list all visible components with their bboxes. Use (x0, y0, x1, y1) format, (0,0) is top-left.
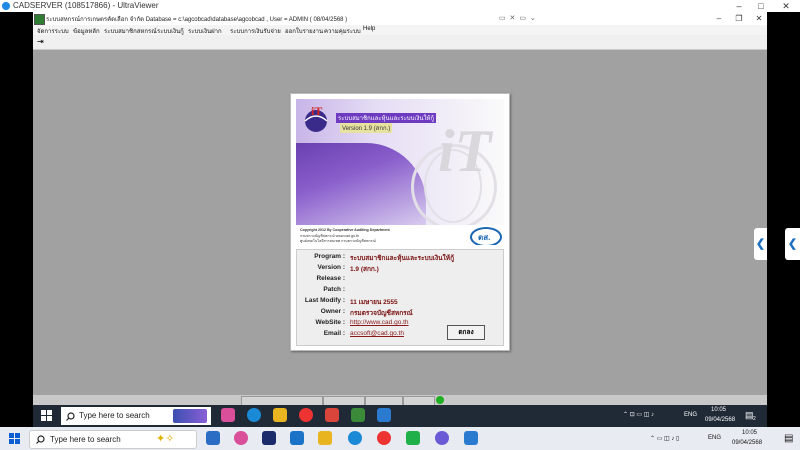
search-placeholder: Type here to search (50, 435, 121, 444)
status-bar (33, 395, 767, 405)
about-info-panel: Program : ระบบสมาชิกและหุ้นและระบบเงินให… (296, 249, 504, 346)
about-dialog: iT iT ระบบสมาชิกและหุ้นและระบบเงินให้กู้… (290, 93, 510, 351)
program-label: Program : (314, 253, 345, 260)
app-minimize-button[interactable]: – (709, 12, 729, 25)
viewer-title: CADSERVER (108517866) - UltraViewer (13, 1, 159, 10)
language-indicator[interactable]: ENG (708, 435, 721, 441)
search-placeholder: Type here to search (79, 411, 150, 420)
cad-logo-icon: ตส. (470, 227, 502, 245)
windows-start-icon[interactable] (41, 410, 52, 421)
menu-bar: จัดการระบบ ข้อมูลหลัก ระบบสมาชิกสหกรณ์ ร… (33, 25, 767, 35)
version-label: Version : (317, 264, 345, 271)
viewer-minimize-button[interactable]: – (728, 0, 750, 12)
file-explorer-icon[interactable] (318, 431, 332, 445)
app-title-bar: ระบบสหกรณ์การเกษตรคัดเลือก จำกัด Databas… (33, 12, 767, 25)
status-cell (403, 396, 435, 405)
viewer-title-bar: CADSERVER (108517866) - UltraViewer – □ … (0, 0, 800, 12)
chevron-left-icon[interactable]: ❮ (785, 228, 800, 260)
ultraviewer-taskbar-icon[interactable] (464, 431, 478, 445)
splash-version-banner: Version 1.9 (สกก.) (340, 123, 393, 133)
app-icon[interactable] (435, 431, 449, 445)
version-value: 1.9 (สกก.) (350, 266, 379, 273)
ultraviewer-taskbar-icon[interactable] (377, 408, 391, 422)
sparkle-icon: ✦✧ (156, 433, 175, 445)
splash-image: iT iT ระบบสมาชิกและหุ้นและระบบเงินให้กู้… (296, 99, 504, 245)
ultraviewer-icon (2, 2, 10, 10)
status-cell (241, 396, 323, 405)
clock-time[interactable]: 10:05 (711, 407, 726, 413)
website-label: WebSite : (315, 319, 346, 326)
website-link[interactable]: http://www.cad.go.th (350, 319, 409, 326)
remote-taskbar: Type here to search ⌃ ⊡ ▭ ◫ ♪ ENG 10:05 … (33, 405, 767, 427)
patch-label: Patch : (323, 286, 345, 293)
it-logo-icon: iT (304, 104, 328, 132)
search-icon (36, 435, 45, 444)
line-icon[interactable] (406, 431, 420, 445)
left-letterbox (0, 12, 33, 405)
footer-line: ศูนย์เทคโนโลยีสารสนเทศ กรมตรวจบัญชีสหกรณ… (300, 239, 376, 243)
connection-status-indicator (436, 396, 444, 404)
copyright-text: Copyright 2012 By Cooperative Auditing D… (300, 228, 390, 232)
right-letterbox (767, 12, 800, 405)
it-watermark: iT (438, 118, 492, 184)
last-modify-label: Last Modify : (304, 297, 345, 304)
notification-count: 2 (753, 416, 756, 422)
outlook-icon[interactable] (290, 431, 304, 445)
owner-label: Owner : (320, 308, 345, 315)
ok-button[interactable]: ตกลง (447, 325, 485, 340)
clock-date[interactable]: 09/04/2568 (732, 440, 762, 446)
purple-swoosh (296, 143, 426, 225)
agcobcad-app-icon[interactable] (351, 408, 365, 422)
copilot-icon[interactable] (234, 431, 248, 445)
remote-app-window: ระบบสหกรณ์การเกษตรคัดเลือก จำกัด Databas… (33, 12, 767, 405)
owner-value: กรมตรวจบัญชีสหกรณ์ (350, 310, 413, 317)
release-label: Release : (316, 275, 345, 282)
photoshop-icon[interactable] (262, 431, 276, 445)
notification-icon[interactable]: ▤ (784, 433, 793, 444)
tray-icons[interactable]: ⌃ ▭ ◫ ♪ ▯ (650, 435, 679, 442)
clock-time[interactable]: 10:05 (742, 430, 757, 436)
app-icon[interactable] (325, 408, 339, 422)
app-toolbar: ⇥ (33, 35, 767, 50)
language-indicator[interactable]: ENG (684, 412, 697, 418)
windows-start-icon[interactable] (9, 433, 20, 444)
status-cell (365, 396, 403, 405)
edge-icon[interactable] (348, 431, 362, 445)
local-taskbar: Type here to search ✦✧ ⌃ ▭ ◫ ♪ ▯ ENG 10:… (0, 427, 800, 450)
svg-text:iT: iT (311, 104, 322, 118)
splash-footer: Copyright 2012 By Cooperative Auditing D… (296, 225, 504, 245)
exit-icon[interactable]: ⇥ (37, 37, 47, 46)
splash-program-banner: ระบบสมาชิกและหุ้นและระบบเงินให้กู้ (336, 113, 437, 123)
app-title: ระบบสหกรณ์การเกษตรคัดเลือก จำกัด Databas… (46, 17, 348, 23)
app-icon (34, 14, 45, 25)
email-label: Email : (323, 330, 345, 337)
local-search-box[interactable]: Type here to search ✦✧ (29, 430, 197, 449)
edge-icon[interactable] (247, 408, 261, 422)
last-modify-value: 11 เมษายน 2555 (350, 299, 398, 306)
chrome-icon[interactable] (299, 408, 313, 422)
viewer-close-button[interactable]: ✕ (775, 0, 797, 12)
clock-date[interactable]: 09/04/2568 (705, 417, 735, 423)
status-cell (323, 396, 365, 405)
menu-item-help[interactable]: Help (363, 26, 375, 32)
search-icon (66, 412, 75, 421)
viewer-maximize-button[interactable]: □ (750, 0, 772, 12)
email-link[interactable]: accsoft@cad.go.th (350, 330, 404, 337)
remote-search-box[interactable]: Type here to search (61, 407, 211, 425)
app-close-button[interactable]: ✕ (749, 12, 767, 25)
task-view-icon[interactable] (206, 431, 220, 445)
app-restore-button[interactable]: ❐ (729, 12, 749, 25)
copilot-icon[interactable] (221, 408, 235, 422)
search-highlight-image (173, 409, 207, 423)
chevron-left-icon[interactable]: ❮ (754, 228, 767, 260)
chrome-icon[interactable] (377, 431, 391, 445)
file-explorer-icon[interactable] (273, 408, 287, 422)
remote-toolbar-icons[interactable]: ▭ ✕ ▭ ⌄ (499, 14, 537, 22)
program-value: ระบบสมาชิกและหุ้นและระบบเงินให้กู้ (350, 255, 455, 262)
tray-icons[interactable]: ⌃ ⊡ ▭ ◫ ♪ (623, 411, 654, 418)
